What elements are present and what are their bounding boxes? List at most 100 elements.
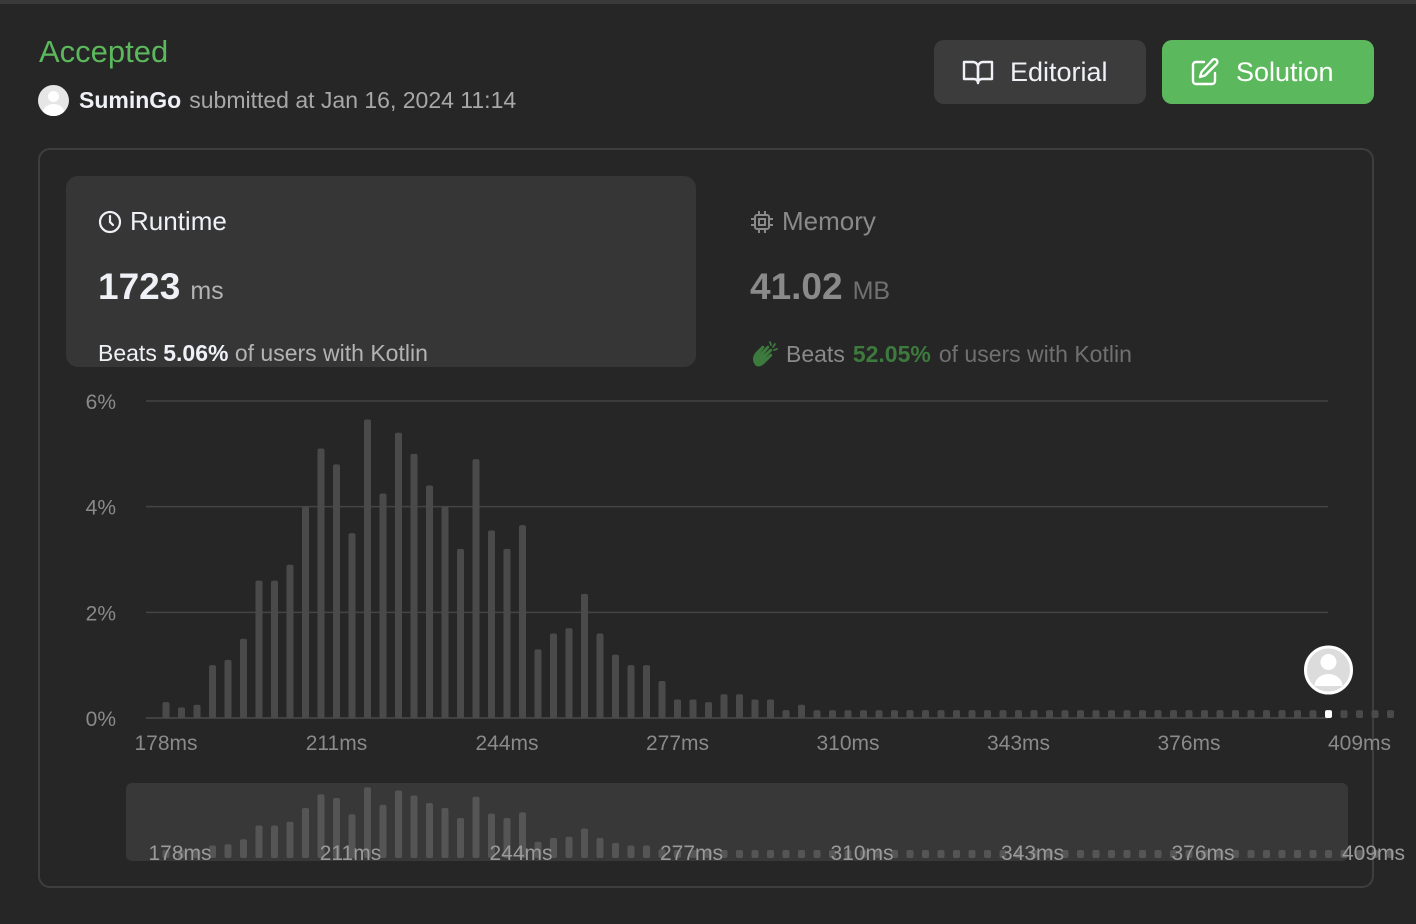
bar[interactable] (1340, 710, 1348, 718)
bar[interactable] (519, 525, 526, 718)
overview-tick-label: 343ms (1001, 842, 1064, 865)
bar[interactable] (317, 448, 325, 718)
bar[interactable] (922, 710, 929, 718)
bar[interactable] (1356, 710, 1363, 718)
my-submission-avatar[interactable] (1304, 645, 1353, 695)
bar[interactable] (1232, 710, 1239, 718)
overview-bar (565, 836, 573, 858)
bar[interactable] (891, 710, 898, 718)
bar[interactable] (1015, 710, 1022, 718)
bar[interactable] (178, 707, 185, 718)
bar[interactable] (1030, 710, 1038, 718)
x-tick-label: 211ms (306, 732, 367, 755)
bar[interactable] (1077, 710, 1084, 718)
overview-bar (240, 839, 247, 858)
bar[interactable] (720, 694, 728, 718)
bar[interactable] (705, 702, 712, 718)
bar[interactable] (379, 493, 387, 718)
bar[interactable] (844, 710, 852, 718)
bar[interactable] (162, 702, 170, 718)
bar[interactable] (1247, 710, 1255, 718)
bar[interactable] (193, 704, 201, 718)
y-tick-label: 4% (86, 497, 116, 520)
bar[interactable] (534, 649, 542, 718)
bar[interactable] (410, 453, 418, 718)
overview-bar (472, 796, 480, 858)
bar[interactable] (937, 710, 945, 718)
bar[interactable] (1309, 710, 1317, 718)
overview-tick-label: 244ms (489, 842, 552, 865)
overview-bar (1123, 850, 1131, 858)
overview-bar (922, 850, 929, 858)
bar[interactable] (813, 710, 821, 718)
bar[interactable] (224, 659, 232, 718)
bar[interactable] (798, 704, 805, 718)
bar[interactable] (1294, 710, 1301, 718)
bar[interactable] (426, 485, 433, 718)
bar[interactable] (240, 638, 247, 718)
bar[interactable] (271, 580, 278, 718)
bar[interactable] (860, 710, 867, 718)
bar[interactable] (674, 699, 681, 718)
y-tick-label: 2% (86, 602, 116, 625)
bar[interactable] (1185, 710, 1193, 718)
bar[interactable] (1108, 710, 1115, 718)
bar[interactable] (1216, 710, 1224, 718)
bar[interactable] (1154, 710, 1162, 718)
bar[interactable] (1092, 710, 1100, 718)
bar[interactable] (767, 699, 774, 718)
bar[interactable] (596, 633, 604, 718)
bar[interactable] (627, 665, 635, 718)
overview-bar (1309, 850, 1317, 858)
bar[interactable] (612, 654, 619, 718)
bar[interactable] (643, 665, 650, 718)
bar[interactable] (751, 699, 759, 718)
bar[interactable] (333, 464, 340, 718)
bar[interactable] (1201, 710, 1208, 718)
overview-tick-label: 211ms (320, 842, 381, 865)
bar[interactable] (1170, 710, 1177, 718)
bar[interactable] (364, 419, 371, 718)
bar[interactable] (1371, 710, 1379, 718)
bar[interactable] (953, 710, 960, 718)
bar[interactable] (999, 710, 1007, 718)
bar[interactable] (565, 628, 573, 718)
bar[interactable] (503, 548, 511, 718)
bar[interactable] (286, 564, 294, 718)
overview-bar (581, 828, 588, 858)
bar[interactable] (348, 533, 356, 718)
bar[interactable] (1061, 710, 1069, 718)
overview-bar (255, 825, 263, 858)
bar[interactable] (689, 699, 697, 718)
y-tick-label: 0% (86, 708, 116, 731)
bar[interactable] (1046, 710, 1053, 718)
overview-bar (1325, 850, 1332, 858)
bar[interactable] (736, 694, 743, 718)
bar[interactable] (1263, 710, 1270, 718)
bar[interactable] (968, 710, 976, 718)
bar-highlight[interactable] (1325, 710, 1332, 718)
bar[interactable] (472, 459, 480, 718)
bar[interactable] (550, 633, 557, 718)
bar[interactable] (782, 710, 790, 718)
bar[interactable] (395, 432, 402, 718)
bar[interactable] (658, 681, 666, 718)
bar[interactable] (581, 593, 588, 718)
bar[interactable] (906, 710, 914, 718)
bar[interactable] (302, 506, 309, 718)
bar[interactable] (488, 530, 495, 718)
bar[interactable] (255, 580, 263, 718)
bar[interactable] (984, 710, 991, 718)
overview-bar (457, 818, 464, 858)
bar[interactable] (1387, 710, 1394, 718)
bar[interactable] (1278, 710, 1286, 718)
bar[interactable] (457, 548, 464, 718)
bar[interactable] (1139, 710, 1146, 718)
bar[interactable] (209, 665, 216, 718)
overview-bar (906, 850, 914, 858)
overview-bar (426, 803, 433, 858)
bar[interactable] (829, 710, 836, 718)
bar[interactable] (441, 506, 449, 718)
bar[interactable] (1123, 710, 1131, 718)
bar[interactable] (875, 710, 883, 718)
